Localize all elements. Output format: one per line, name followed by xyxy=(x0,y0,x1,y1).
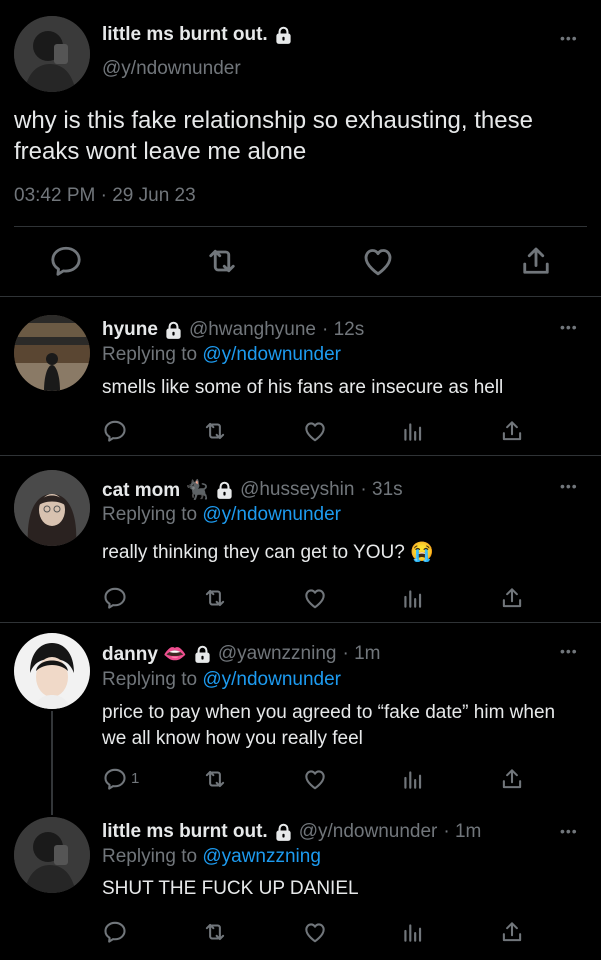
avatar[interactable] xyxy=(14,470,90,546)
lock-icon xyxy=(274,26,293,45)
reply-tweet: cat mom 🐈‍⬛ @husseyshin · 31s ••• Replyi… xyxy=(0,456,601,622)
views-icon[interactable] xyxy=(400,585,426,611)
reply-icon[interactable] xyxy=(102,418,128,444)
author-row: little ms burnt out. xyxy=(102,24,293,46)
reply-time[interactable]: · 1m xyxy=(342,643,380,665)
like-icon[interactable] xyxy=(302,919,328,945)
replying-to-link[interactable]: @y/ndownunder xyxy=(202,504,341,525)
divider xyxy=(14,226,587,227)
replying-to: Replying to @y/ndownunder xyxy=(102,344,341,366)
like-icon[interactable] xyxy=(302,766,328,792)
share-icon[interactable] xyxy=(499,919,525,945)
share-icon[interactable] xyxy=(499,585,525,611)
author-handle[interactable]: @yawnzzning xyxy=(218,643,337,665)
author-handle[interactable]: @hwanghyune xyxy=(189,319,316,341)
like-icon[interactable] xyxy=(302,585,328,611)
avatar[interactable] xyxy=(14,315,90,391)
reply-text: price to pay when you agreed to “fake da… xyxy=(102,702,556,749)
tweet-text: why is this fake relationship so exhaust… xyxy=(14,107,533,165)
author-name[interactable]: little ms burnt out. xyxy=(102,24,268,46)
author-handle[interactable]: @y/ndownunder xyxy=(299,821,438,843)
main-tweet: little ms burnt out. @y/ndownunder ••• w… xyxy=(0,0,601,296)
reply-tweet: little ms burnt out. @y/ndownunder · 1m … xyxy=(0,807,601,960)
tweet-actions xyxy=(0,243,601,279)
replying-to-link[interactable]: @yawnzzning xyxy=(202,846,321,867)
author-name[interactable]: cat mom 🐈‍⬛ xyxy=(102,478,209,502)
more-icon[interactable]: ••• xyxy=(560,643,578,659)
retweet-icon[interactable] xyxy=(202,766,228,792)
author-name[interactable]: little ms burnt out. xyxy=(102,821,268,843)
like-icon[interactable] xyxy=(302,418,328,444)
views-icon[interactable] xyxy=(400,919,426,945)
author-name[interactable]: danny 👄 xyxy=(102,642,187,666)
reply-header: little ms burnt out. @y/ndownunder · 1m xyxy=(102,821,481,843)
reply-icon[interactable] xyxy=(102,585,128,611)
retweet-icon[interactable] xyxy=(202,585,228,611)
reply-icon[interactable] xyxy=(102,766,128,792)
reply-text: SHUT THE FUCK UP DANIEL xyxy=(102,878,359,899)
avatar[interactable] xyxy=(14,817,90,893)
replying-to: Replying to @y/ndownunder xyxy=(102,504,341,526)
more-icon[interactable]: ••• xyxy=(560,823,578,839)
reply-time[interactable]: · 31s xyxy=(360,479,402,501)
lock-icon xyxy=(215,481,234,500)
reply-icon[interactable] xyxy=(48,243,84,279)
author-handle[interactable]: @husseyshin xyxy=(240,479,354,501)
tweet-timestamp[interactable]: 03:42 PM · 29 Jun 23 xyxy=(14,185,196,207)
reply-time[interactable]: · 1m xyxy=(443,821,481,843)
reply-tweet: hyune @hwanghyune · 12s ••• Replying to … xyxy=(0,297,601,455)
more-icon[interactable]: ••• xyxy=(560,30,578,46)
reply-header: cat mom 🐈‍⬛ @husseyshin · 31s xyxy=(102,478,403,502)
reply-header: danny 👄 @yawnzzning · 1m xyxy=(102,642,380,666)
lock-icon xyxy=(274,823,293,842)
retweet-icon[interactable] xyxy=(204,243,240,279)
retweet-icon[interactable] xyxy=(202,418,228,444)
share-icon[interactable] xyxy=(499,766,525,792)
author-handle[interactable]: @y/ndownunder xyxy=(102,58,241,80)
views-icon[interactable] xyxy=(400,766,426,792)
lock-icon xyxy=(193,645,212,664)
more-icon[interactable]: ••• xyxy=(560,478,578,494)
replying-to: Replying to @yawnzzning xyxy=(102,846,321,868)
reply-text: really thinking they can get to YOU? 😭 xyxy=(102,542,434,563)
share-icon[interactable] xyxy=(499,418,525,444)
avatar[interactable] xyxy=(14,633,90,709)
reply-time[interactable]: · 12s xyxy=(322,319,364,341)
replying-to-label: Replying to xyxy=(102,504,198,525)
share-icon[interactable] xyxy=(518,243,554,279)
more-icon[interactable]: ••• xyxy=(560,319,578,335)
avatar[interactable] xyxy=(14,16,90,92)
replying-to: Replying to @y/ndownunder xyxy=(102,669,341,691)
views-icon[interactable] xyxy=(400,418,426,444)
like-icon[interactable] xyxy=(360,243,396,279)
reply-text: smells like some of his fans are insecur… xyxy=(102,377,504,398)
replying-to-label: Replying to xyxy=(102,669,198,690)
replying-to-label: Replying to xyxy=(102,846,198,867)
reply-count: 1 xyxy=(131,770,140,787)
replying-to-link[interactable]: @y/ndownunder xyxy=(202,669,341,690)
reply-tweet: danny 👄 @yawnzzning · 1m ••• Replying to… xyxy=(0,623,601,807)
lock-icon xyxy=(164,321,183,340)
replying-to-link[interactable]: @y/ndownunder xyxy=(202,344,341,365)
replying-to-label: Replying to xyxy=(102,344,198,365)
reply-icon[interactable] xyxy=(102,919,128,945)
reply-header: hyune @hwanghyune · 12s xyxy=(102,319,364,341)
retweet-icon[interactable] xyxy=(202,919,228,945)
author-name[interactable]: hyune xyxy=(102,319,158,341)
